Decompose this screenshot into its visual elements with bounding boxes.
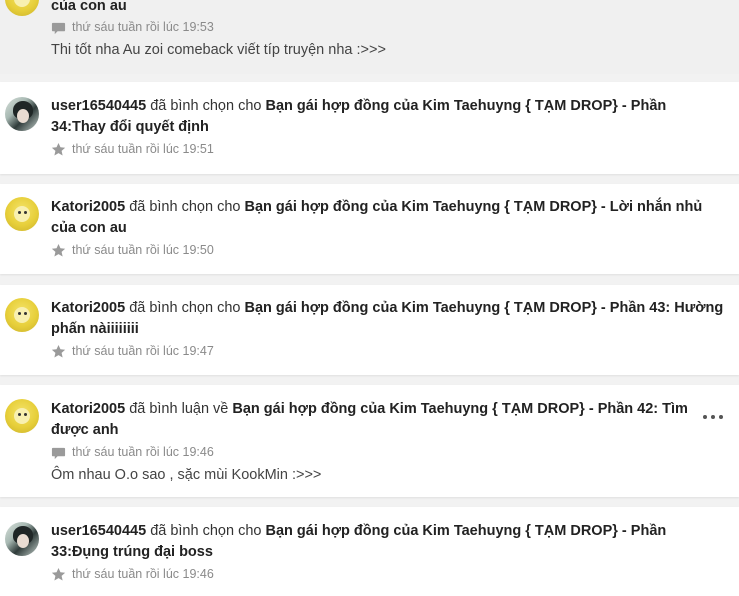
comment-text: Ôm nhau O.o sao , sặc mùi KookMin :>>> [51, 467, 322, 483]
avatar[interactable] [5, 97, 39, 131]
comment-text: Thi tốt nha Au zoi comeback viết típ tru… [51, 42, 386, 58]
activity-item: Katori2005 đã bình luận về Bạn gái hợp đ… [0, 385, 739, 497]
username-link[interactable]: Katori2005 [51, 300, 125, 316]
activity-meta: thứ sáu tuần rồi lúc 19:46 [51, 566, 214, 582]
activity-meta: thứ sáu tuần rồi lúc 19:47 [51, 343, 214, 359]
action-text: đã bình chọn cho [150, 523, 262, 539]
comment-icon [51, 22, 66, 34]
activity-meta: thứ sáu tuần rồi lúc 19:53 [51, 19, 214, 35]
timestamp: thứ sáu tuần rồi lúc 19:46 [72, 445, 214, 459]
username-link[interactable]: Katori2005 [51, 401, 125, 417]
action-text: đã bình chọn cho [129, 199, 241, 215]
star-icon [51, 142, 66, 155]
timestamp: thứ sáu tuần rồi lúc 19:50 [72, 243, 214, 257]
username-link[interactable]: user16540445 [51, 523, 146, 539]
username-link[interactable]: Katori2005 [51, 199, 125, 215]
timestamp: thứ sáu tuần rồi lúc 19:53 [72, 20, 214, 34]
timestamp: thứ sáu tuần rồi lúc 19:47 [72, 344, 214, 358]
activity-meta: thứ sáu tuần rồi lúc 19:46 [51, 444, 214, 460]
activity-item: Katori2005 đã bình chọn cho Bạn gái hợp … [0, 285, 739, 375]
more-options-icon[interactable] [703, 412, 723, 422]
star-icon [51, 243, 66, 256]
action-text: đã bình chọn cho [129, 300, 241, 316]
activity-item: user16540445 đã bình chọn cho Bạn gái hợ… [0, 82, 739, 174]
avatar[interactable] [5, 399, 39, 433]
story-title-link[interactable]: của con au [51, 0, 127, 14]
activity-meta: thứ sáu tuần rồi lúc 19:50 [51, 242, 214, 258]
username-link[interactable]: user16540445 [51, 98, 146, 114]
action-text: đã bình luận về [129, 401, 229, 417]
star-icon [51, 344, 66, 357]
action-text: đã bình chọn cho [150, 98, 262, 114]
avatar[interactable] [5, 0, 39, 16]
avatar[interactable] [5, 197, 39, 231]
avatar[interactable] [5, 298, 39, 332]
activity-item: user16540445 đã bình chọn cho Bạn gái hợ… [0, 507, 739, 596]
activity-meta: thứ sáu tuần rồi lúc 19:51 [51, 141, 214, 157]
activity-item: Katori2005 đã bình chọn cho Bạn gái hợp … [0, 184, 739, 274]
star-icon [51, 567, 66, 580]
timestamp: thứ sáu tuần rồi lúc 19:46 [72, 567, 214, 581]
timestamp: thứ sáu tuần rồi lúc 19:51 [72, 142, 214, 156]
activity-item: của con au thứ sáu tuần rồi lúc 19:53 Th… [0, 0, 739, 74]
comment-icon [51, 447, 66, 459]
avatar[interactable] [5, 522, 39, 556]
